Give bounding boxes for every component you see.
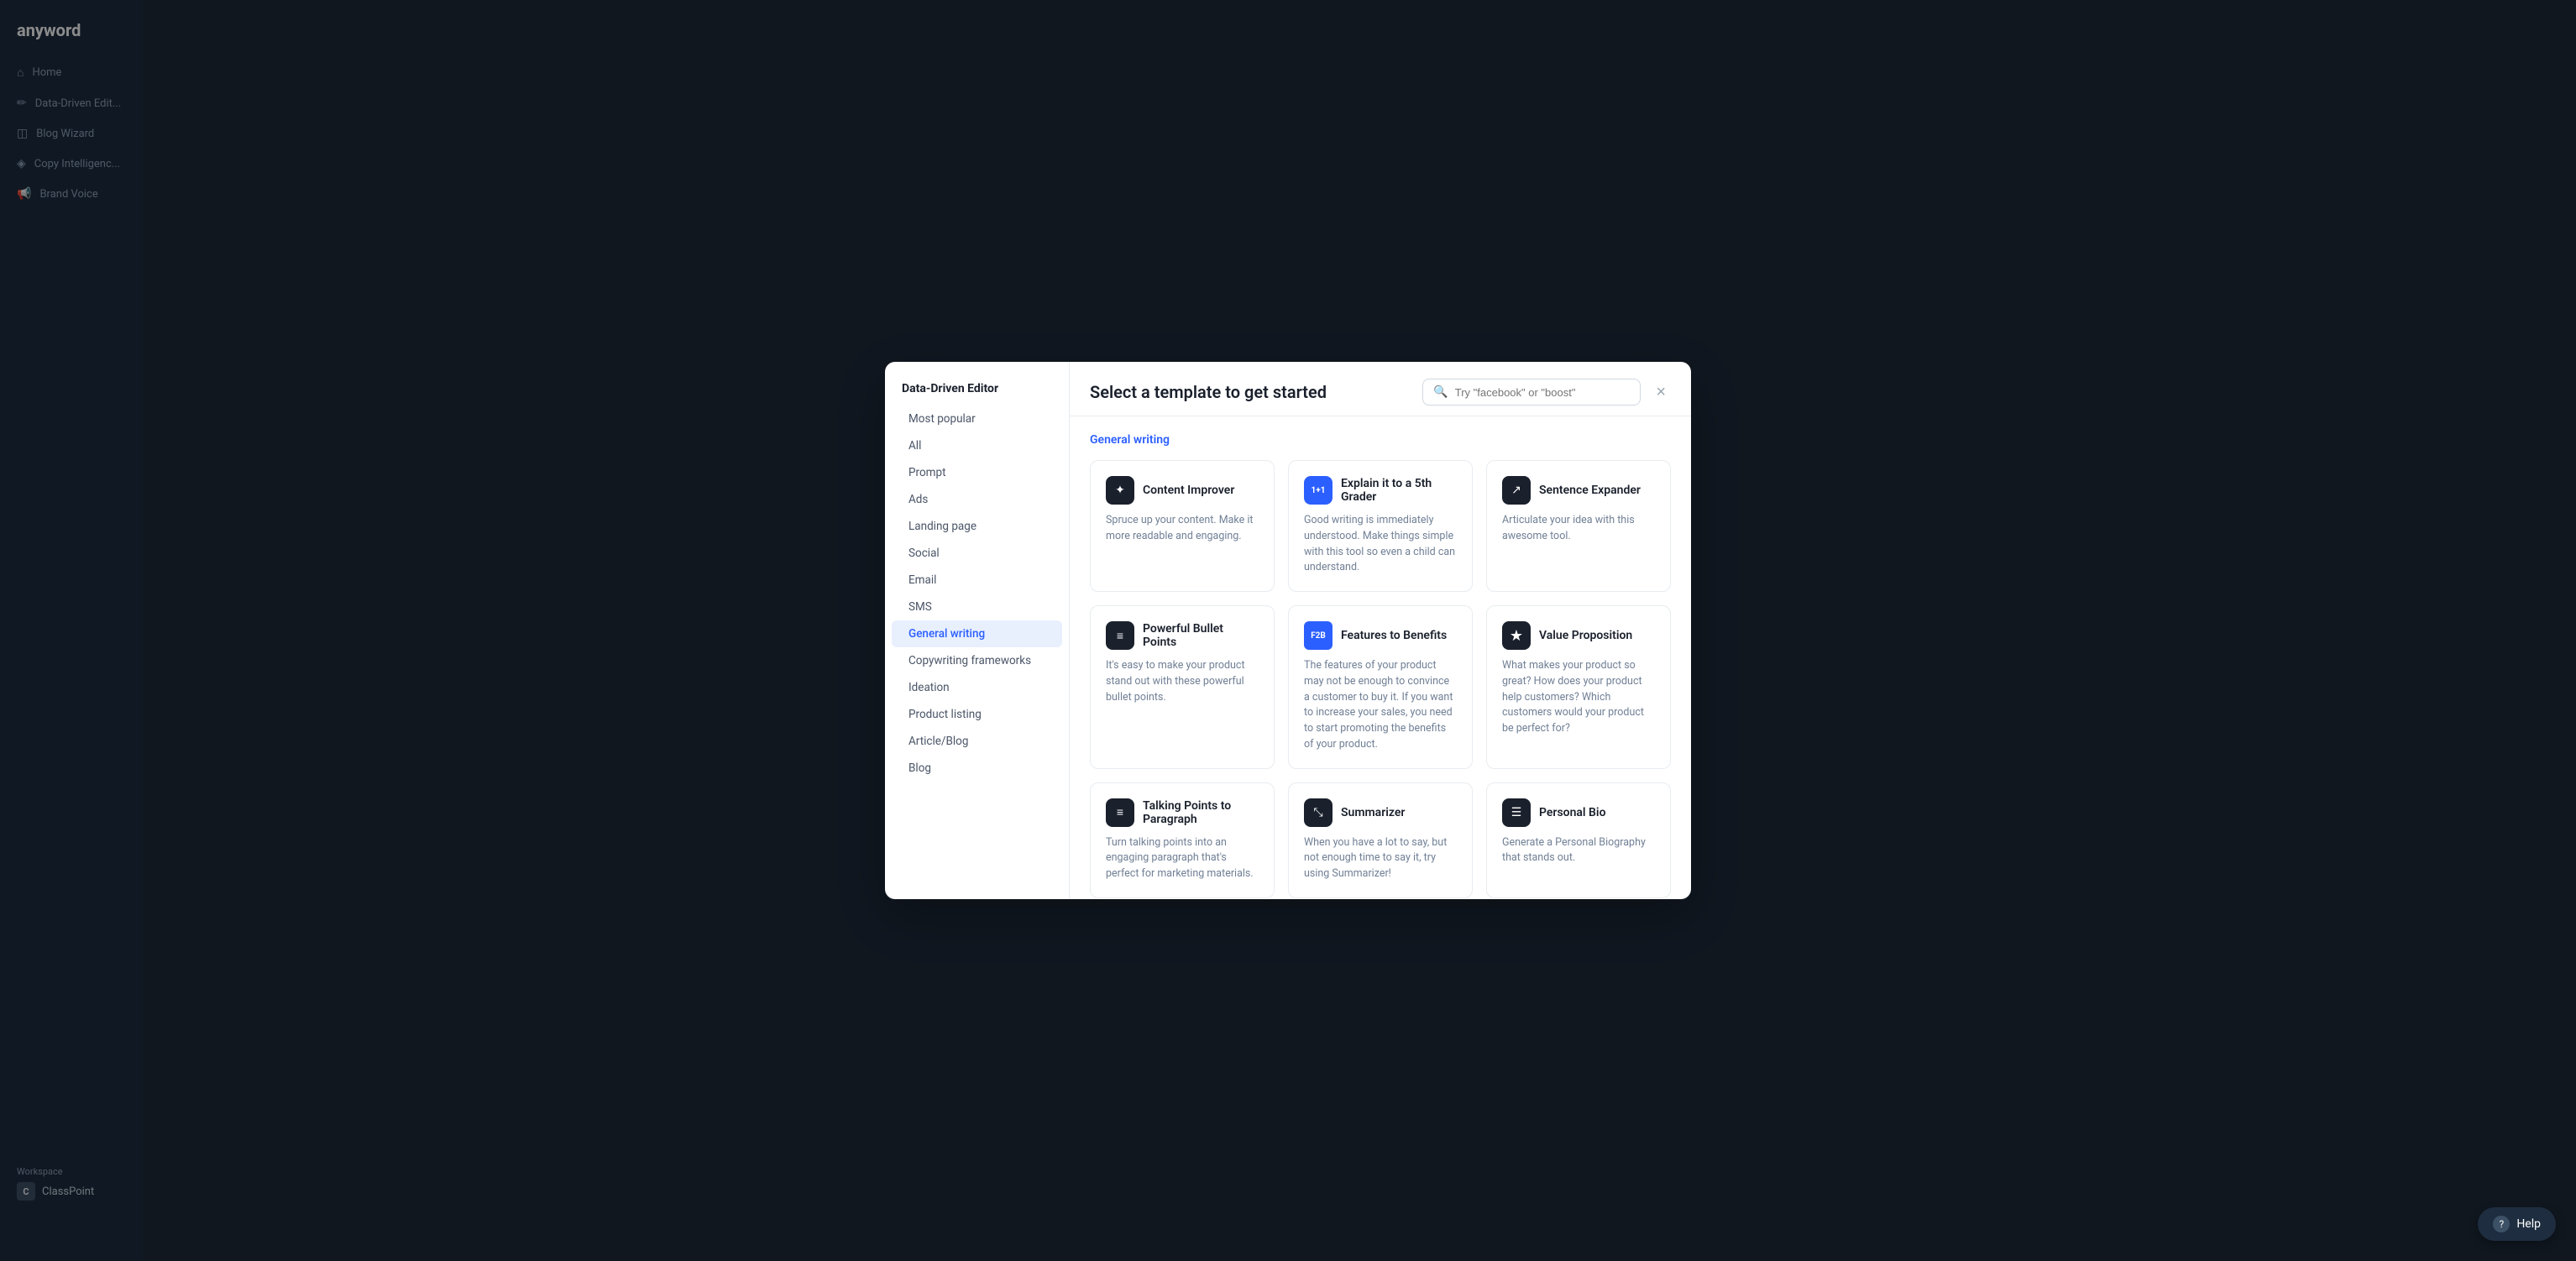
template-icon: ✦ xyxy=(1106,476,1134,505)
sidebar-item-landing-page[interactable]: Landing page xyxy=(892,513,1062,540)
card-header: ✦ Content Improver xyxy=(1106,476,1259,505)
template-icon: ★ xyxy=(1502,621,1531,650)
template-name: Summarizer xyxy=(1341,806,1405,819)
template-card-talking-points[interactable]: ≡ Talking Points to Paragraph Turn talki… xyxy=(1090,782,1275,898)
card-header: ≡ Powerful Bullet Points xyxy=(1106,621,1259,650)
card-header: ≡ Talking Points to Paragraph xyxy=(1106,798,1259,827)
template-grid: ✦ Content Improver Spruce up your conten… xyxy=(1090,460,1671,898)
card-header: 1+1 Explain it to a 5th Grader xyxy=(1304,476,1457,505)
card-header: F2B Features to Benefits xyxy=(1304,621,1457,650)
search-box[interactable]: 🔍 xyxy=(1422,379,1641,406)
template-name: Explain it to a 5th Grader xyxy=(1341,477,1457,504)
search-input[interactable] xyxy=(1455,386,1631,399)
sidebar-item-most-popular[interactable]: Most popular xyxy=(892,406,1062,432)
template-card-content-improver[interactable]: ✦ Content Improver Spruce up your conten… xyxy=(1090,460,1275,592)
template-desc: Spruce up your content. Make it more rea… xyxy=(1106,513,1259,545)
template-name: Features to Benefits xyxy=(1341,629,1447,642)
template-card-personal-bio[interactable]: ☰ Personal Bio Generate a Personal Biogr… xyxy=(1486,782,1671,898)
template-card-value-proposition[interactable]: ★ Value Proposition What makes your prod… xyxy=(1486,605,1671,769)
template-name: Content Improver xyxy=(1143,484,1234,497)
template-desc: What makes your product so great? How do… xyxy=(1502,658,1655,737)
template-desc: Good writing is immediately understood. … xyxy=(1304,513,1457,576)
template-card-bullet-points[interactable]: ≡ Powerful Bullet Points It's easy to ma… xyxy=(1090,605,1275,769)
sidebar-item-blog[interactable]: Blog xyxy=(892,755,1062,782)
template-desc: It's easy to make your product stand out… xyxy=(1106,658,1259,705)
sidebar-item-ideation[interactable]: Ideation xyxy=(892,674,1062,701)
sidebar-item-ads[interactable]: Ads xyxy=(892,486,1062,513)
modal-header: Select a template to get started 🔍 × xyxy=(1070,362,1691,416)
template-icon: ≡ xyxy=(1106,621,1134,650)
template-icon: ⤡ xyxy=(1304,798,1333,827)
template-name: Sentence Expander xyxy=(1539,484,1641,497)
template-desc: Generate a Personal Biography that stand… xyxy=(1502,835,1655,867)
card-header: ☰ Personal Bio xyxy=(1502,798,1655,827)
modal-sidebar-title: Data-Driven Editor xyxy=(885,382,1069,406)
template-icon: 1+1 xyxy=(1304,476,1333,505)
sidebar-item-prompt[interactable]: Prompt xyxy=(892,459,1062,486)
sidebar-item-sms[interactable]: SMS xyxy=(892,594,1062,620)
template-desc: When you have a lot to say, but not enou… xyxy=(1304,835,1457,882)
card-header: ⤡ Summarizer xyxy=(1304,798,1457,827)
card-header: ↗ Sentence Expander xyxy=(1502,476,1655,505)
modal-main: Select a template to get started 🔍 × Gen… xyxy=(1070,362,1691,899)
template-card-explain-5th-grader[interactable]: 1+1 Explain it to a 5th Grader Good writ… xyxy=(1288,460,1473,592)
template-name: Value Proposition xyxy=(1539,629,1632,642)
template-desc: Articulate your idea with this awesome t… xyxy=(1502,513,1655,545)
template-name: Personal Bio xyxy=(1539,806,1606,819)
template-modal: Data-Driven Editor Most popular All Prom… xyxy=(885,362,1691,899)
help-icon: ? xyxy=(2493,1216,2510,1232)
template-desc: The features of your product may not be … xyxy=(1304,658,1457,753)
modal-overlay[interactable]: Data-Driven Editor Most popular All Prom… xyxy=(0,0,2576,1261)
card-header: ★ Value Proposition xyxy=(1502,621,1655,650)
section-title: General writing xyxy=(1090,433,1671,447)
modal-title: Select a template to get started xyxy=(1090,382,1327,402)
template-name: Powerful Bullet Points xyxy=(1143,622,1259,649)
sidebar-item-article-blog[interactable]: Article/Blog xyxy=(892,728,1062,755)
template-card-sentence-expander[interactable]: ↗ Sentence Expander Articulate your idea… xyxy=(1486,460,1671,592)
modal-sidebar: Data-Driven Editor Most popular All Prom… xyxy=(885,362,1070,899)
template-card-features-to-benefits[interactable]: F2B Features to Benefits The features of… xyxy=(1288,605,1473,769)
template-name: Talking Points to Paragraph xyxy=(1143,799,1259,826)
template-icon: F2B xyxy=(1304,621,1333,650)
template-card-summarizer[interactable]: ⤡ Summarizer When you have a lot to say,… xyxy=(1288,782,1473,898)
sidebar-item-social[interactable]: Social xyxy=(892,540,1062,567)
close-button[interactable]: × xyxy=(1651,382,1671,402)
template-icon: ↗ xyxy=(1502,476,1531,505)
sidebar-item-general-writing[interactable]: General writing xyxy=(892,620,1062,647)
sidebar-item-all[interactable]: All xyxy=(892,432,1062,459)
search-icon: 🔍 xyxy=(1433,385,1448,399)
modal-content: General writing ✦ Content Improver Spruc… xyxy=(1070,416,1691,899)
sidebar-item-email[interactable]: Email xyxy=(892,567,1062,594)
template-icon: ≡ xyxy=(1106,798,1134,827)
template-icon: ☰ xyxy=(1502,798,1531,827)
sidebar-item-copywriting-frameworks[interactable]: Copywriting frameworks xyxy=(892,647,1062,674)
template-desc: Turn talking points into an engaging par… xyxy=(1106,835,1259,882)
sidebar-item-product-listing[interactable]: Product listing xyxy=(892,701,1062,728)
help-button[interactable]: ? Help xyxy=(2478,1207,2556,1241)
